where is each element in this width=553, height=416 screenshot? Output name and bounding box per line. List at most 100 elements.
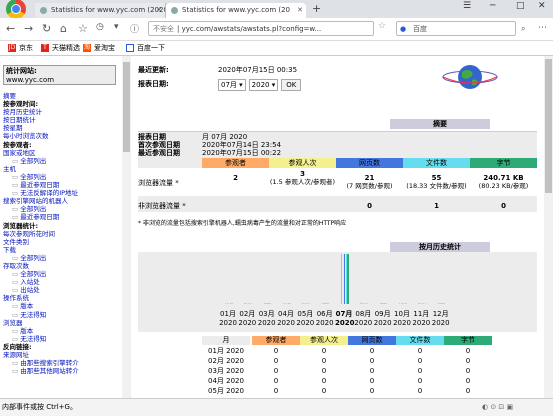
chart-bar <box>347 254 349 304</box>
reload-icon[interactable]: ↻ <box>42 22 51 35</box>
sidebar-item[interactable]: 主机 <box>3 165 121 173</box>
sidebar-item[interactable]: 每次参观所花时间 <box>3 230 121 238</box>
month-select[interactable]: 07月 ▾ <box>218 79 246 91</box>
sidebar-item[interactable]: ▭ 由那些搜索引擎转介 <box>3 359 121 367</box>
bookmarks-bar: JD 京东 T 天猫精选 淘爱淘宝 百度一下 <box>0 41 553 56</box>
scrollbar-thumb[interactable] <box>123 62 130 152</box>
close-window-button[interactable]: ✕ <box>538 1 546 11</box>
back-icon[interactable]: ← <box>6 22 15 35</box>
bookmark-taobao[interactable]: 淘爱淘宝 <box>83 43 115 53</box>
menu-icon[interactable]: ⋯ <box>538 23 547 33</box>
sidebar-frame: 统计网站: www.yyc.com 摘要 按参观时间: 按月历史统计 按日期统计 按星期… <box>0 56 123 398</box>
sidebar-item-label: 版本 <box>20 326 34 335</box>
month-select-value: 07月 <box>221 81 237 89</box>
viewed-visits-sub: (1.5 参观人次/参观者) <box>269 178 336 186</box>
sidebar-item[interactable]: 文件类别 <box>3 238 121 246</box>
year-select-value: 2020 <box>251 81 270 89</box>
month-year: 2020 <box>315 319 334 327</box>
sidebar-item[interactable]: ▭ 版本 <box>3 327 121 335</box>
month-year: 2020 <box>219 319 237 327</box>
month-tick-label: 09月 2020 <box>374 310 392 328</box>
home-icon[interactable]: ⌂ <box>60 22 67 35</box>
report-date-controls: 07月 ▾ 2020 ▾ OK <box>218 79 302 91</box>
year-select[interactable]: 2020 ▾ <box>248 79 279 91</box>
sidebar-item[interactable]: 来源网址 <box>3 351 121 359</box>
chart-bar <box>308 303 311 304</box>
status-bar: 内部事件或按 Ctrl+G。 ◐ ⊙ ⊡ ▣ <box>0 398 553 416</box>
tab-favicon-icon <box>171 7 178 14</box>
bookmark-tmall[interactable]: T 天猫精选 <box>41 43 80 53</box>
main-scrollbar[interactable] <box>544 56 553 398</box>
sidebar-item[interactable]: 每小时浏览次数 <box>3 132 121 140</box>
forward-icon[interactable]: → <box>24 22 33 35</box>
search-input[interactable]: ● 百度 <box>396 21 516 36</box>
sub-item-icon: ▭ <box>12 156 21 165</box>
ok-button[interactable]: OK <box>281 79 302 91</box>
sidebar-item[interactable]: 存取次数 <box>3 262 121 270</box>
bookmark-jd[interactable]: JD 京东 <box>8 43 33 53</box>
sidebar-item[interactable]: ▭ 版本 <box>3 302 121 310</box>
sidebar-item-label: 来源网址 <box>3 351 29 359</box>
sidebar-item[interactable]: ▭ 无法反解译的IP地址 <box>3 189 121 197</box>
sidebar-item[interactable]: ▭ 全部列出 <box>3 254 121 262</box>
menu-icon[interactable]: ☰ <box>463 1 471 11</box>
tab-favicon-icon <box>40 7 47 14</box>
month-row-value: 0 <box>465 357 471 365</box>
bookmark-star-icon[interactable]: ☆ <box>378 21 386 31</box>
sidebar-item[interactable]: ▭ 无法得知 <box>3 311 121 319</box>
sub-item-icon: ▭ <box>12 310 21 319</box>
month-year: 2020 <box>296 319 315 327</box>
sidebar-item[interactable]: 下载 <box>3 246 121 254</box>
bookmark-baidu[interactable]: 百度一下 <box>126 43 165 53</box>
shield-icon[interactable]: ⓘ <box>130 22 139 35</box>
tab-2[interactable]: Statistics for www.yyc.com (20 ✕ <box>166 3 306 18</box>
month-row-value: 0 <box>273 357 279 365</box>
sidebar-item[interactable]: 摘要 <box>3 92 121 100</box>
search-icon[interactable]: ⌕ <box>521 24 525 34</box>
sidebar-item[interactable]: ▭ 无法得知 <box>3 335 121 343</box>
month-tick-label: 06月 2020 <box>316 310 334 328</box>
minimize-button[interactable]: ─ <box>490 1 495 11</box>
new-tab-button[interactable]: + <box>312 2 321 15</box>
top-info: 最近更新: 2020年07月15日 00:35 报表日期: 07月 ▾ 2020 … <box>138 65 338 93</box>
sidebar-item[interactable]: 国家或地区 <box>3 149 121 157</box>
month-year: 2020 <box>431 319 450 327</box>
month-row-value: 0 <box>321 377 327 385</box>
bookmarks-icon[interactable]: ☆ <box>78 22 88 35</box>
sidebar-item-label: 由那些其他网站转介 <box>20 367 79 376</box>
close-tab-icon[interactable]: ✕ <box>297 3 303 18</box>
month-year: 2020 <box>277 319 295 327</box>
month-row-value: 0 <box>321 367 327 375</box>
sidebar-item[interactable]: ▭ 全部列出 <box>3 157 121 165</box>
sidebar-item[interactable]: ▭ 由那些其他网站转介 <box>3 367 121 375</box>
sidebar-item[interactable]: ▭ 全部列出 <box>3 270 121 278</box>
page-content: 统计网站: www.yyc.com 摘要 按参观时间: 按月历史统计 按日期统计 按星期… <box>0 56 553 398</box>
sub-item-icon: ▭ <box>12 367 21 376</box>
maximize-button[interactable]: □ <box>516 1 525 11</box>
sub-item-icon: ▭ <box>12 213 21 222</box>
sidebar-item[interactable]: ▭ 最近参观日期 <box>3 213 121 221</box>
sidebar-item[interactable]: ▭ 最近参观日期 <box>3 181 121 189</box>
month-year: 2020 <box>257 319 276 327</box>
tab-1[interactable]: Statistics for www.yyc.com (2020 ✕ <box>35 3 166 18</box>
month-tick-label: 07月 2020 <box>335 310 354 328</box>
chart-bar <box>424 303 427 304</box>
scrollbar-thumb[interactable] <box>545 59 552 193</box>
address-bar[interactable]: 不安全 | yyc.com/awstats/awstats.pl?config=w… <box>148 21 374 36</box>
sidebar-menu: 摘要 按参观时间: 按月历史统计 按日期统计 按星期 每小时浏览次数 按参观者: 国家或地区 ▭… <box>3 92 121 375</box>
sidebar-item[interactable]: ▭ 全部列出 <box>3 173 121 181</box>
month-tick-label: 04月 2020 <box>277 310 295 328</box>
month-table-header: 字节 <box>444 336 492 345</box>
sidebar-scrollbar[interactable] <box>122 56 131 398</box>
extensions-icon[interactable]: ▾ <box>114 22 119 32</box>
sub-item-icon: ▭ <box>12 253 21 262</box>
sidebar-item-label: 下载 <box>3 245 16 254</box>
bookmark-label: 爱淘宝 <box>94 44 115 52</box>
close-tab-icon[interactable]: ✕ <box>156 3 162 18</box>
sub-item-icon: ▭ <box>12 270 21 279</box>
month-row-value: 0 <box>417 387 423 395</box>
history-icon[interactable]: ◷ <box>96 22 104 32</box>
month-row-value: 0 <box>273 347 279 355</box>
sidebar-item[interactable]: 浏览器 <box>3 319 121 327</box>
sub-item-icon: ▭ <box>12 334 21 343</box>
